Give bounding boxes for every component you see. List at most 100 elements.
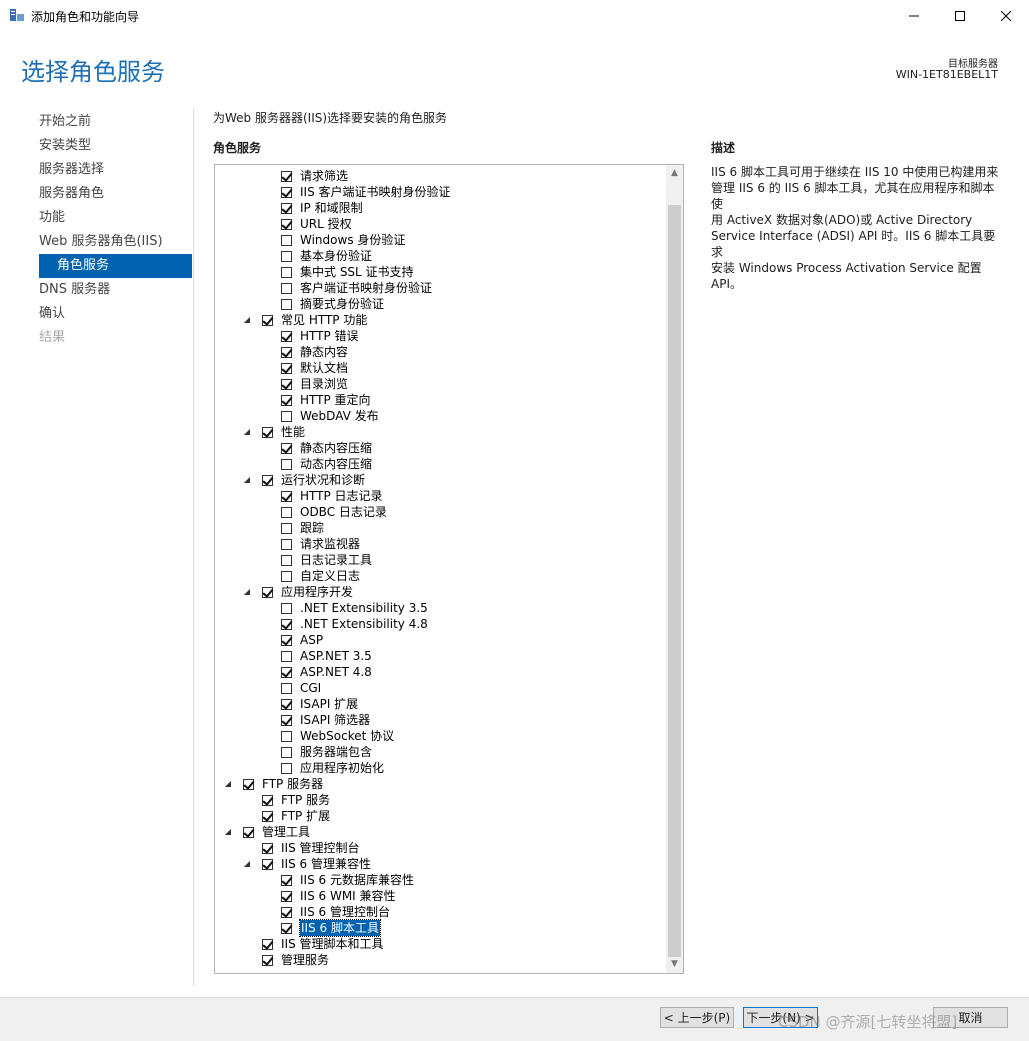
- tree-item[interactable]: 日志记录工具: [281, 552, 372, 568]
- checkbox-checked[interactable]: [243, 826, 254, 838]
- tree-item-label[interactable]: 目录浏览: [300, 376, 348, 392]
- tree-item[interactable]: FTP 服务器: [243, 776, 323, 792]
- checkbox-unchecked[interactable]: [281, 538, 292, 550]
- tree-item[interactable]: 应用程序初始化: [281, 760, 384, 776]
- expand-collapse-icon[interactable]: ◢: [242, 587, 252, 597]
- checkbox-checked[interactable]: [281, 490, 292, 502]
- tree-item-label[interactable]: ISAPI 扩展: [300, 696, 358, 712]
- tree-item-label[interactable]: FTP 服务器: [262, 776, 323, 792]
- vertical-scrollbar[interactable]: ▲ ▼: [666, 165, 683, 973]
- checkbox-unchecked[interactable]: [281, 570, 292, 582]
- tree-item-label[interactable]: WebSocket 协议: [300, 728, 394, 744]
- tree-item-label[interactable]: 日志记录工具: [300, 552, 372, 568]
- checkbox-checked[interactable]: [281, 906, 292, 918]
- checkbox-checked[interactable]: [281, 202, 292, 214]
- checkbox-checked[interactable]: [281, 618, 292, 630]
- tree-item-label[interactable]: 运行状况和诊断: [281, 472, 365, 488]
- tree-item-label[interactable]: IIS 管理脚本和工具: [281, 936, 384, 952]
- checkbox-checked[interactable]: [262, 954, 273, 966]
- tree-item-label[interactable]: HTTP 重定向: [300, 392, 371, 408]
- tree-item[interactable]: IIS 6 管理兼容性: [262, 856, 371, 872]
- checkbox-checked[interactable]: [262, 474, 273, 486]
- checkbox-checked[interactable]: [243, 778, 254, 790]
- tree-item-label[interactable]: 动态内容压缩: [300, 456, 372, 472]
- tree-item[interactable]: 静态内容: [281, 344, 348, 360]
- nav-item[interactable]: DNS 服务器: [39, 278, 110, 302]
- expand-collapse-icon[interactable]: ◢: [223, 827, 233, 837]
- checkbox-checked[interactable]: [281, 666, 292, 678]
- tree-item[interactable]: IIS 6 脚本工具: [281, 919, 381, 937]
- tree-item[interactable]: IIS 6 元数据库兼容性: [281, 872, 414, 888]
- tree-item-label[interactable]: ASP: [300, 632, 323, 648]
- tree-item-label[interactable]: ASP.NET 3.5: [300, 648, 372, 664]
- tree-item-label[interactable]: .NET Extensibility 4.8: [300, 616, 428, 632]
- tree-item-label[interactable]: IIS 6 元数据库兼容性: [300, 872, 414, 888]
- tree-item[interactable]: 常见 HTTP 功能: [262, 312, 367, 328]
- tree-item[interactable]: HTTP 错误: [281, 328, 359, 344]
- checkbox-checked[interactable]: [281, 218, 292, 230]
- tree-item[interactable]: 跟踪: [281, 520, 324, 536]
- checkbox-checked[interactable]: [262, 586, 273, 598]
- tree-item-label[interactable]: 基本身份验证: [300, 248, 372, 264]
- checkbox-unchecked[interactable]: [281, 234, 292, 246]
- tree-item[interactable]: 集中式 SSL 证书支持: [281, 264, 414, 280]
- tree-item[interactable]: 基本身份验证: [281, 248, 372, 264]
- nav-item[interactable]: 开始之前: [39, 110, 91, 134]
- tree-item-label[interactable]: HTTP 日志记录: [300, 488, 383, 504]
- checkbox-unchecked[interactable]: [281, 602, 292, 614]
- tree-item[interactable]: ASP: [281, 632, 323, 648]
- tree-item-label[interactable]: 静态内容: [300, 344, 348, 360]
- checkbox-checked[interactable]: [262, 842, 273, 854]
- expand-collapse-icon[interactable]: ◢: [223, 779, 233, 789]
- checkbox-checked[interactable]: [281, 634, 292, 646]
- tree-item[interactable]: IIS 管理控制台: [262, 840, 360, 856]
- expand-collapse-icon[interactable]: ◢: [242, 859, 252, 869]
- minimize-button[interactable]: [891, 0, 937, 31]
- checkbox-unchecked[interactable]: [281, 458, 292, 470]
- tree-item[interactable]: ASP.NET 4.8: [281, 664, 372, 680]
- checkbox-unchecked[interactable]: [281, 298, 292, 310]
- tree-item-label[interactable]: 请求筛选: [300, 168, 348, 184]
- tree-item-label[interactable]: IIS 6 脚本工具: [299, 919, 381, 937]
- checkbox-checked[interactable]: [281, 714, 292, 726]
- tree-item-label[interactable]: IIS 6 管理控制台: [300, 904, 390, 920]
- checkbox-checked[interactable]: [281, 698, 292, 710]
- tree-item[interactable]: 管理服务: [262, 952, 329, 968]
- checkbox-checked[interactable]: [281, 442, 292, 454]
- tree-item-label[interactable]: IIS 管理控制台: [281, 840, 360, 856]
- tree-item-label[interactable]: ODBC 日志记录: [300, 504, 387, 520]
- tree-item[interactable]: 动态内容压缩: [281, 456, 372, 472]
- tree-item-label[interactable]: IP 和域限制: [300, 200, 363, 216]
- tree-item-label[interactable]: FTP 服务: [281, 792, 330, 808]
- tree-item-label[interactable]: IIS 6 管理兼容性: [281, 856, 371, 872]
- checkbox-unchecked[interactable]: [281, 506, 292, 518]
- tree-item-label[interactable]: ASP.NET 4.8: [300, 664, 372, 680]
- tree-item[interactable]: CGI: [281, 680, 321, 696]
- checkbox-checked[interactable]: [281, 186, 292, 198]
- tree-item[interactable]: 客户端证书映射身份验证: [281, 280, 432, 296]
- nav-item[interactable]: 功能: [39, 206, 65, 230]
- scroll-up-icon[interactable]: ▲: [666, 165, 683, 182]
- tree-item[interactable]: .NET Extensibility 3.5: [281, 600, 428, 616]
- nav-item[interactable]: 安装类型: [39, 134, 91, 158]
- tree-item-label[interactable]: .NET Extensibility 3.5: [300, 600, 428, 616]
- tree-item-label[interactable]: 应用程序开发: [281, 584, 353, 600]
- tree-item-label[interactable]: URL 授权: [300, 216, 352, 232]
- tree-item[interactable]: 静态内容压缩: [281, 440, 372, 456]
- nav-item[interactable]: 确认: [39, 302, 65, 326]
- tree-item-label[interactable]: 管理服务: [281, 952, 329, 968]
- checkbox-unchecked[interactable]: [281, 554, 292, 566]
- tree-item-label[interactable]: 跟踪: [300, 520, 324, 536]
- checkbox-checked[interactable]: [262, 426, 273, 438]
- tree-item-label[interactable]: IIS 客户端证书映射身份验证: [300, 184, 451, 200]
- tree-item[interactable]: HTTP 日志记录: [281, 488, 383, 504]
- tree-item[interactable]: ISAPI 筛选器: [281, 712, 370, 728]
- tree-item-label[interactable]: CGI: [300, 680, 321, 696]
- expand-collapse-icon[interactable]: ◢: [242, 427, 252, 437]
- tree-item[interactable]: 请求筛选: [281, 168, 348, 184]
- tree-item[interactable]: WebSocket 协议: [281, 728, 394, 744]
- tree-item[interactable]: IP 和域限制: [281, 200, 363, 216]
- checkbox-checked[interactable]: [281, 346, 292, 358]
- tree-item-label[interactable]: IIS 6 WMI 兼容性: [300, 888, 396, 904]
- tree-item[interactable]: ODBC 日志记录: [281, 504, 387, 520]
